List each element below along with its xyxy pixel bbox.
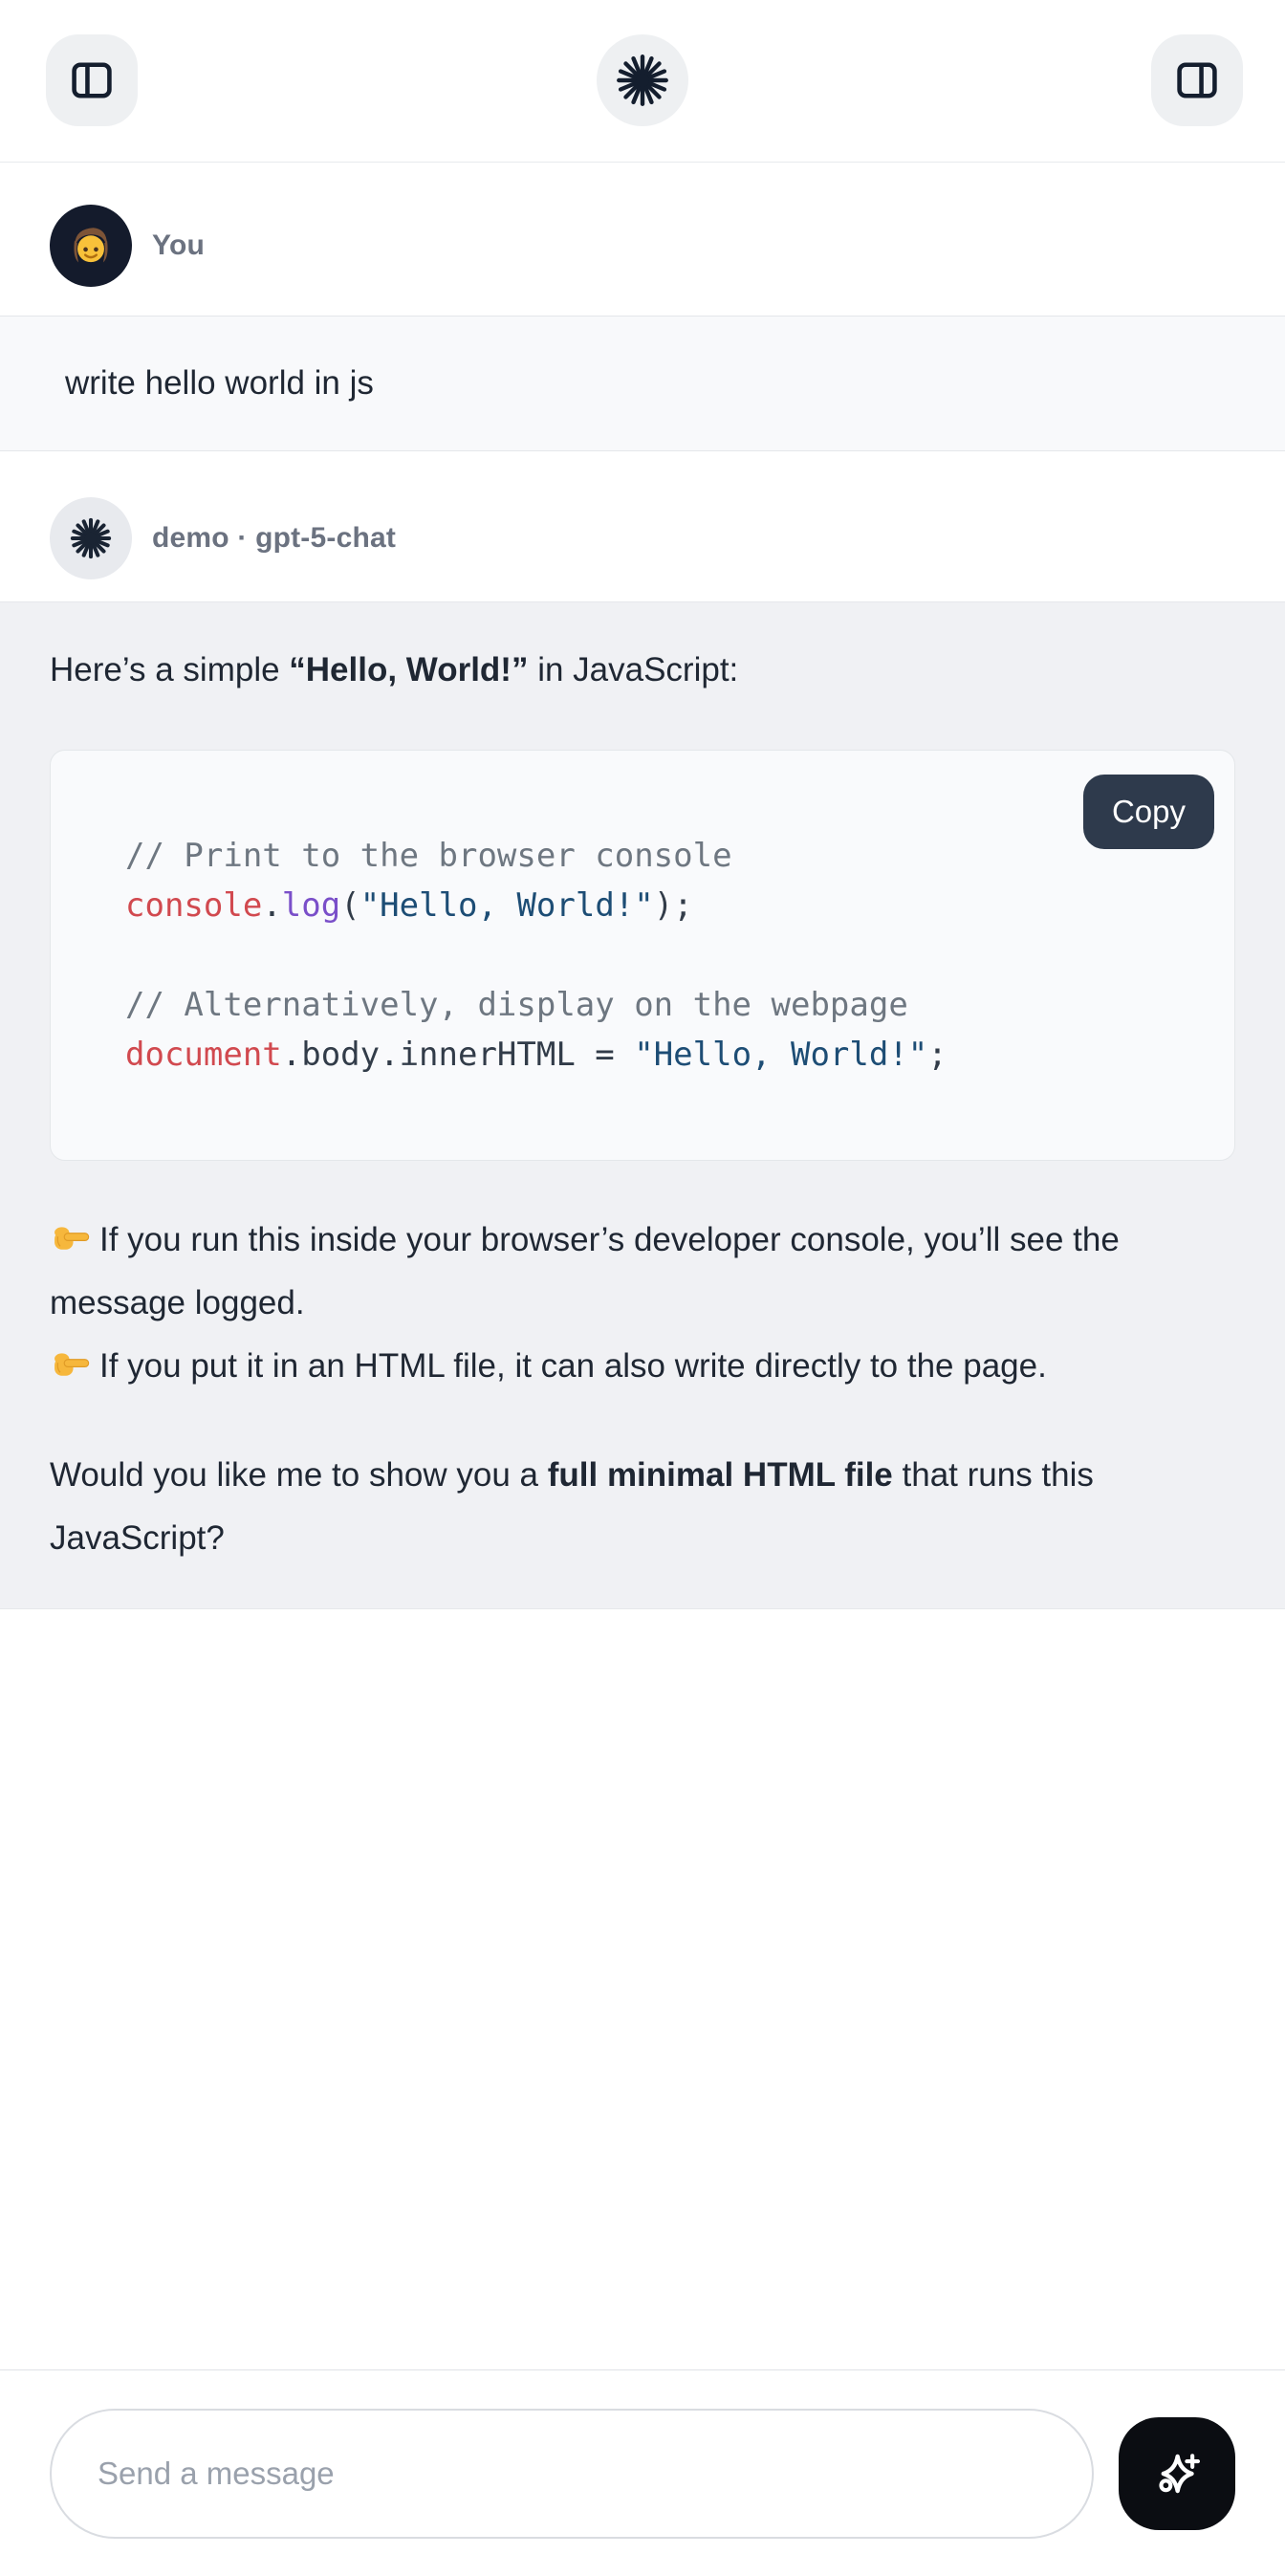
chat-empty-area <box>0 1609 1285 2369</box>
send-button[interactable] <box>1119 2417 1235 2530</box>
top-bar <box>0 0 1285 163</box>
message-input[interactable] <box>50 2409 1094 2539</box>
point-right-icon <box>50 1344 92 1383</box>
assistant-message: Here’s a simple “Hello, World!” in JavaS… <box>0 601 1285 1609</box>
user-message-header: You <box>0 163 1285 316</box>
tip-line: If you put it in an HTML file, it can al… <box>50 1335 1235 1398</box>
code-content: // Print to the browser consoleconsole.l… <box>125 831 1196 1080</box>
copy-button[interactable]: Copy <box>1083 775 1214 849</box>
tip-line: If you run this inside your browser’s de… <box>50 1209 1235 1335</box>
user-message: write hello world in js <box>0 316 1285 451</box>
user-avatar <box>50 205 132 287</box>
app-logo-button[interactable] <box>597 34 688 126</box>
assistant-intro-text: Here’s a simple “Hello, World!” in JavaS… <box>50 639 1235 702</box>
sidebar-toggle-button[interactable] <box>46 34 138 126</box>
assistant-question-text: Would you like me to show you a full min… <box>50 1444 1235 1570</box>
assistant-tips: If you run this inside your browser’s de… <box>50 1209 1235 1398</box>
assistant-avatar <box>50 497 132 579</box>
composer <box>0 2369 1285 2576</box>
assistant-author-label: demo · gpt-5-chat <box>152 522 396 555</box>
point-right-icon <box>50 1218 92 1256</box>
starburst-logo-icon <box>65 513 117 564</box>
chat-app: You write hello world in js demo · gp <box>0 0 1285 2576</box>
right-panel-toggle-button[interactable] <box>1151 34 1243 126</box>
panel-left-icon <box>67 55 117 105</box>
starburst-logo-icon <box>611 49 674 112</box>
code-block: Copy // Print to the browser consolecons… <box>50 750 1235 1161</box>
panel-right-icon <box>1172 55 1222 105</box>
sparkle-plus-icon <box>1147 2444 1207 2503</box>
user-author-label: You <box>152 229 205 262</box>
assistant-message-header: demo · gpt-5-chat <box>0 451 1285 601</box>
person-emoji-icon <box>61 216 120 275</box>
intro-bold: “Hello, World!” <box>289 651 528 688</box>
question-bold: full minimal HTML file <box>548 1456 893 1494</box>
user-message-text: write hello world in js <box>65 352 1220 415</box>
